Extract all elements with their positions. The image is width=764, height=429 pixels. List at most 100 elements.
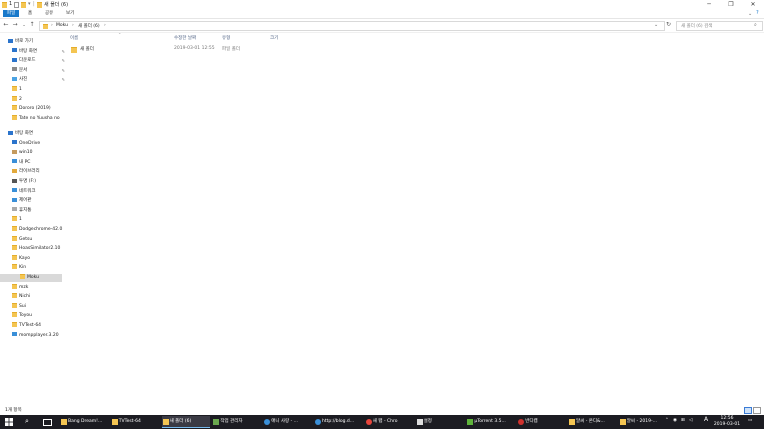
nav-item-1[interactable]: 다운로드 ✎: [12, 57, 66, 65]
tab-share[interactable]: 공유: [41, 10, 57, 17]
nav-desktop-item-6[interactable]: 제어판: [12, 197, 66, 205]
nav-desktop-item-15[interactable]: mzk: [12, 283, 66, 292]
taskbar-app-10[interactable]: 알씨 - 온디&...: [568, 416, 616, 428]
taskbar-app-6[interactable]: 새 탭 - Chro: [365, 416, 413, 428]
tray-app-icon[interactable]: ◉: [673, 418, 677, 424]
maximize-button[interactable]: ❐: [720, 0, 742, 9]
network-icon: [12, 188, 17, 193]
tab-file[interactable]: 파일: [3, 10, 20, 17]
recent-chevron-icon[interactable]: ⌄: [20, 21, 28, 29]
address-dropdown-icon[interactable]: ⌄: [654, 22, 658, 28]
column-header-size[interactable]: 크기: [270, 35, 278, 41]
notification-icon[interactable]: ▭: [748, 418, 752, 424]
nav-desktop-item-18[interactable]: Toyou: [12, 312, 66, 320]
nav-desktop-item-9[interactable]: Dodgechrome-42.0: [12, 226, 66, 234]
nav-item-5[interactable]: 2: [12, 95, 66, 104]
file-row[interactable]: 새 폴더 2019-03-01 12:55 파일 폴더: [70, 45, 300, 53]
taskbar-app-5[interactable]: http://blog.d...: [314, 416, 362, 428]
breadcrumb-separator: ›: [51, 23, 53, 28]
nav-item-4[interactable]: 1: [12, 86, 66, 94]
nav-item-0[interactable]: 바탕 화면 ✎: [12, 48, 66, 56]
nav-item-3[interactable]: 사진 ✎: [12, 76, 66, 84]
file-type: 파일 폴더: [222, 47, 240, 52]
nav-desktop-item-4[interactable]: 투명 (F:): [12, 178, 66, 186]
nav-desktop-item-17[interactable]: Sui: [12, 302, 66, 311]
close-button[interactable]: ✕: [742, 0, 764, 9]
nav-quick-access[interactable]: 바로 가기: [8, 38, 62, 46]
properties-icon[interactable]: [14, 2, 19, 8]
nav-desktop-item-0[interactable]: OneDrive: [12, 140, 66, 148]
search-icon[interactable]: ⌕: [25, 417, 29, 426]
nav-desktop-item-16[interactable]: Nichi: [12, 293, 66, 301]
up-arrow-icon[interactable]: ↑: [28, 21, 36, 29]
forward-arrow-icon[interactable]: →: [11, 21, 19, 29]
large-icons-view-icon[interactable]: [753, 407, 761, 414]
taskbar-app-4[interactable]: 애니 사랑 - ...: [263, 416, 311, 428]
speaker-icon[interactable]: ◁: [689, 418, 692, 424]
nav-desktop-item-1[interactable]: win10: [12, 149, 66, 157]
customize-chevron-icon[interactable]: ▾: [28, 1, 31, 7]
nav-item-label: 제어판: [19, 198, 32, 204]
nav-item-7[interactable]: Tate no Yuusha no: [12, 114, 66, 123]
taskbar-app-7[interactable]: 설정: [416, 416, 464, 428]
task-view-icon[interactable]: [43, 419, 52, 426]
minimize-button[interactable]: ─: [698, 0, 720, 9]
nav-item-label: TVTest-64: [19, 323, 42, 328]
network-icon[interactable]: ⊞: [681, 418, 685, 424]
pin-icon[interactable]: ✎: [62, 48, 65, 56]
breadcrumb-separator: ›: [104, 23, 106, 28]
nav-item-label: Nichi: [19, 294, 31, 300]
windows-start-icon[interactable]: [5, 418, 13, 426]
folder-icon: [12, 226, 17, 231]
nav-desktop-item-2[interactable]: 내 PC: [12, 159, 66, 167]
new-folder-icon[interactable]: [21, 2, 26, 8]
nav-desktop-item-19[interactable]: TVTest-64: [12, 322, 66, 330]
clock-date[interactable]: 2019-03-01: [712, 422, 742, 428]
taskbar-app-label: 새 탭 - Chro: [372, 419, 398, 424]
taskbar-app-0[interactable]: Bang Dream!...: [60, 416, 108, 428]
taskbar-app-11[interactable]: 알씨 - 2019-...: [619, 416, 667, 428]
breadcrumb-moku[interactable]: Moku: [56, 23, 68, 28]
column-header-name[interactable]: 이름: [70, 35, 78, 41]
pin-icon[interactable]: ✎: [62, 76, 65, 84]
nav-desktop-item-12[interactable]: Kayo: [12, 254, 66, 263]
column-header-type[interactable]: 유형: [222, 35, 230, 41]
search-input[interactable]: 새 폴더 (6) 검색 ⌕: [676, 21, 763, 31]
nav-desktop-item-11[interactable]: HoasSimilator2.10: [12, 245, 66, 253]
back-arrow-icon[interactable]: ←: [2, 21, 10, 29]
taskbar-app-1[interactable]: TVTest-64: [111, 416, 159, 428]
tab-home[interactable]: 홈: [24, 10, 36, 17]
nav-desktop-item-3[interactable]: 라이브러리: [12, 168, 66, 176]
address-bar[interactable]: › Moku › 새 폴더 (6) › ⌄: [39, 21, 665, 31]
breadcrumb-current[interactable]: 새 폴더 (6): [78, 23, 100, 29]
help-icon[interactable]: ?: [756, 10, 759, 16]
nav-item-label: mzk: [19, 284, 29, 290]
nav-desktop-item-8[interactable]: 1: [12, 216, 66, 224]
nav-desktop[interactable]: 바탕 화면: [8, 130, 62, 138]
taskbar-app-2[interactable]: 새 폴더 (6): [161, 416, 210, 428]
tab-view[interactable]: 보기: [62, 10, 78, 17]
nav-desktop-item-10[interactable]: Getsu: [12, 235, 66, 244]
pin-icon[interactable]: ✎: [62, 67, 65, 75]
taskbar-app-3[interactable]: 작업 관리자: [212, 416, 260, 428]
nav-item-2[interactable]: 문서 ✎: [12, 67, 66, 75]
nav-item-label: HoasSimilator2.10: [19, 246, 61, 252]
refresh-icon[interactable]: ↻: [666, 21, 671, 28]
folder-icon: [162, 419, 169, 425]
search-icon[interactable]: ⌕: [754, 22, 757, 28]
ime-indicator[interactable]: A: [704, 417, 708, 423]
nav-desktop-item-14[interactable]: Moku: [0, 274, 62, 282]
pin-icon[interactable]: ✎: [62, 57, 65, 65]
column-header-date[interactable]: 수정한 날짜: [174, 35, 196, 41]
details-view-icon[interactable]: [744, 407, 752, 414]
taskbar-app-8[interactable]: µTorrent 3.5...: [466, 416, 514, 428]
nav-desktop-item-5[interactable]: 네트워크: [12, 188, 66, 196]
recycle-bin-icon: [12, 207, 17, 212]
nav-item-6[interactable]: Dororo (2019): [12, 105, 66, 113]
taskbar-app-9[interactable]: 반디캠: [517, 416, 565, 428]
nav-item-label: 2: [19, 96, 22, 102]
nav-desktop-item-13[interactable]: Kin: [12, 264, 66, 272]
expand-ribbon-icon[interactable]: ⌄: [748, 11, 752, 17]
nav-desktop-item-7[interactable]: 휴지통: [12, 207, 66, 215]
nav-desktop-item-20[interactable]: mompplayer.3.20: [12, 332, 66, 340]
